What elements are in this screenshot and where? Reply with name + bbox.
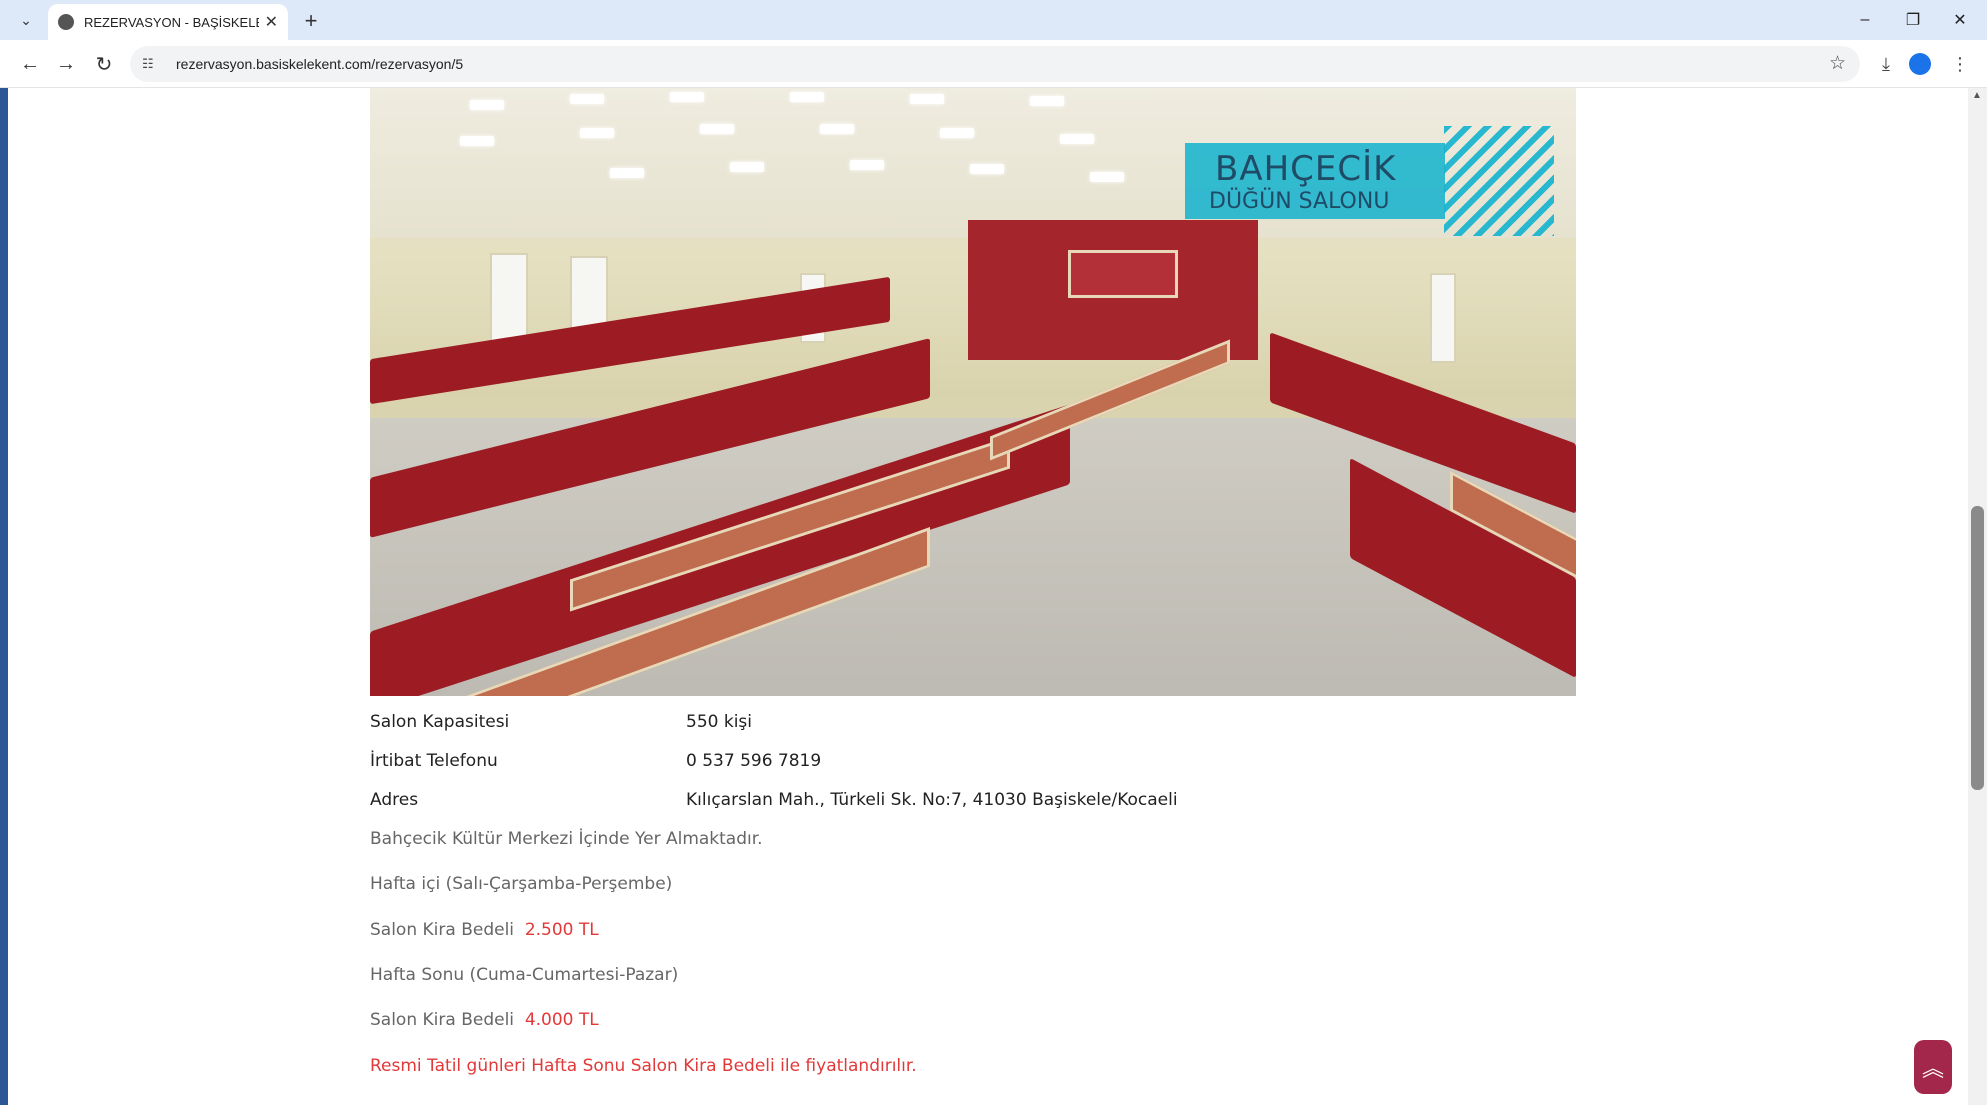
weekend-title: Hafta Sonu (Cuma-Cumartesi-Pazar) xyxy=(370,965,679,985)
weekend-price-line: Salon Kira Bedeli 4.000 TL xyxy=(370,1010,599,1030)
weekend-price-label: Salon Kira Bedeli xyxy=(370,1010,515,1030)
venue-logo-box: BAHÇECİK DÜĞÜN SALONU xyxy=(1185,143,1445,219)
venue-logo-line2: DÜĞÜN SALONU xyxy=(1209,189,1390,214)
photo-window xyxy=(490,253,528,343)
bookmark-star-icon[interactable]: ☆ xyxy=(1829,52,1846,75)
page-content: BAHÇECİK DÜĞÜN SALONU Salon Kapasitesi 5… xyxy=(8,88,1968,1105)
location-note: Bahçecik Kültür Merkezi İçinde Yer Almak… xyxy=(370,829,763,849)
photo-light xyxy=(820,124,854,134)
address-bar[interactable]: ☷ rezervasyon.basiskelekent.com/rezervas… xyxy=(130,46,1860,82)
menu-kebab-icon[interactable]: ⋮ xyxy=(1946,50,1974,78)
browser-tab-active[interactable]: REZERVASYON - BAŞİSKELE BE ✕ xyxy=(48,4,288,40)
photo-light xyxy=(700,124,734,134)
weekday-title: Hafta içi (Salı-Çarşamba-Perşembe) xyxy=(370,874,673,894)
photo-light xyxy=(910,94,944,104)
forward-arrow-icon[interactable]: → xyxy=(52,50,80,78)
detail-value-capacity: 550 kişi xyxy=(686,712,752,732)
detail-label-phone: İrtibat Telefonu xyxy=(370,751,498,771)
hall-photo: BAHÇECİK DÜĞÜN SALONU xyxy=(370,88,1576,696)
venue-logo-line1: BAHÇECİK xyxy=(1215,149,1397,189)
url-text: rezervasyon.basiskelekent.com/rezervasyo… xyxy=(176,56,464,72)
tab-search-chevron-icon[interactable]: ⌄ xyxy=(12,8,40,32)
photo-light xyxy=(570,94,604,104)
download-icon[interactable]: ⤓ xyxy=(1872,50,1900,78)
photo-light xyxy=(1090,172,1124,182)
detail-label-address: Adres xyxy=(370,790,419,810)
photo-light xyxy=(470,100,504,110)
scroll-to-top-button[interactable]: ︽ xyxy=(1914,1040,1952,1094)
photo-light xyxy=(610,168,644,178)
scrollbar-thumb[interactable] xyxy=(1971,506,1984,790)
page-scrollbar[interactable]: ▲ xyxy=(1968,88,1987,1105)
photo-light xyxy=(850,160,884,170)
double-chevron-up-icon: ︽ xyxy=(1921,1056,1944,1081)
globe-icon xyxy=(58,14,74,30)
photo-stage-sign xyxy=(1068,250,1178,298)
detail-value-phone: 0 537 596 7819 xyxy=(686,751,822,771)
browser-toolbar: ← → ↻ ☷ rezervasyon.basiskelekent.com/re… xyxy=(0,40,1987,88)
detail-value-address: Kılıçarslan Mah., Türkeli Sk. No:7, 4103… xyxy=(686,790,1178,810)
window-close-icon[interactable]: ✕ xyxy=(1937,0,1983,40)
photo-light xyxy=(670,92,704,102)
photo-light xyxy=(1030,96,1064,106)
detail-label-capacity: Salon Kapasitesi xyxy=(370,712,510,732)
photo-light xyxy=(580,128,614,138)
photo-stage-wall xyxy=(968,220,1258,360)
back-arrow-icon[interactable]: ← xyxy=(16,50,44,78)
new-tab-plus-icon[interactable]: + xyxy=(298,8,324,34)
photo-light xyxy=(1060,134,1094,144)
photo-window xyxy=(1430,273,1456,363)
photo-light xyxy=(970,164,1004,174)
photo-light xyxy=(790,92,824,102)
weekday-price: 2.500 TL xyxy=(524,920,599,940)
reload-icon[interactable]: ↻ xyxy=(90,50,118,78)
minimize-icon[interactable]: – xyxy=(1842,0,1888,40)
profile-avatar-icon[interactable] xyxy=(1909,53,1931,75)
weekday-price-label: Salon Kira Bedeli xyxy=(370,920,515,940)
weekend-price: 4.000 TL xyxy=(524,1010,599,1030)
tab-close-icon[interactable]: ✕ xyxy=(265,12,278,32)
desktop-edge xyxy=(0,88,8,1105)
scroll-up-arrow-icon[interactable]: ▲ xyxy=(1972,90,1982,101)
site-info-icon[interactable]: ☷ xyxy=(142,56,164,72)
weekday-price-line: Salon Kira Bedeli 2.500 TL xyxy=(370,920,599,940)
venue-logo-stripes xyxy=(1444,126,1554,236)
photo-light xyxy=(940,128,974,138)
holiday-notice: Resmi Tatil günleri Hafta Sonu Salon Kir… xyxy=(370,1056,917,1076)
tab-title: REZERVASYON - BAŞİSKELE BE xyxy=(84,14,259,30)
photo-light xyxy=(460,136,494,146)
photo-light xyxy=(730,162,764,172)
browser-tab-strip: ⌄ REZERVASYON - BAŞİSKELE BE ✕ + – ❐ ✕ xyxy=(0,0,1987,40)
restore-icon[interactable]: ❐ xyxy=(1890,0,1936,40)
